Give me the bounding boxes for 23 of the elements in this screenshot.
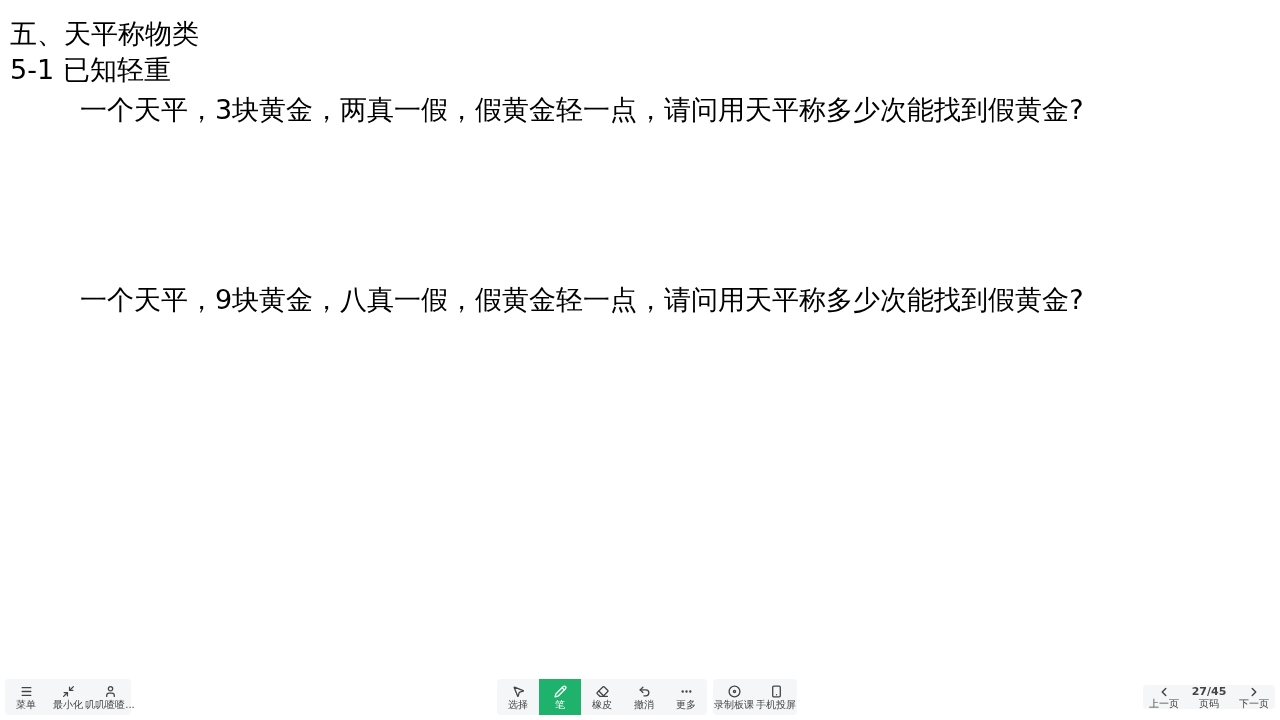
slide-heading: 五、天平称物类 [9, 17, 200, 51]
pencil-icon [553, 684, 567, 698]
record-icon [727, 684, 741, 698]
question-text: 一个天平，9块黄金，八真一假，假黄金轻一点，请问用天平称多少次能找到假黄金? [79, 283, 1085, 317]
toolbar-button[interactable]: 撤消 [623, 679, 665, 715]
phone-icon [769, 684, 783, 698]
toolbar-button[interactable]: 手机投屏 [755, 679, 797, 715]
toolbar-button[interactable]: 更多 [665, 679, 707, 715]
next-page-button[interactable]: 下一页 [1233, 685, 1275, 709]
minimize-icon [61, 684, 75, 698]
toolbar-button[interactable]: 录制板课 [713, 679, 755, 715]
page-indicator: 27/45 页码 [1190, 685, 1228, 709]
toolbar-button[interactable]: 菜单 [5, 679, 47, 715]
prev-page-button[interactable]: 上一页 [1143, 685, 1185, 709]
eraser-icon [595, 684, 609, 698]
undo-icon [637, 684, 651, 698]
avatar-icon [103, 684, 117, 698]
slide-subheading: 5-1 已知轻重 [9, 53, 172, 87]
toolbar-button[interactable]: 选择 [497, 679, 539, 715]
question-text: 一个天平，3块黄金，两真一假，假黄金轻一点，请问用天平称多少次能找到假黄金? [79, 93, 1085, 127]
pointer-icon [511, 684, 525, 698]
menu-icon [19, 684, 33, 698]
toolbar-button[interactable]: 橡皮 [581, 679, 623, 715]
